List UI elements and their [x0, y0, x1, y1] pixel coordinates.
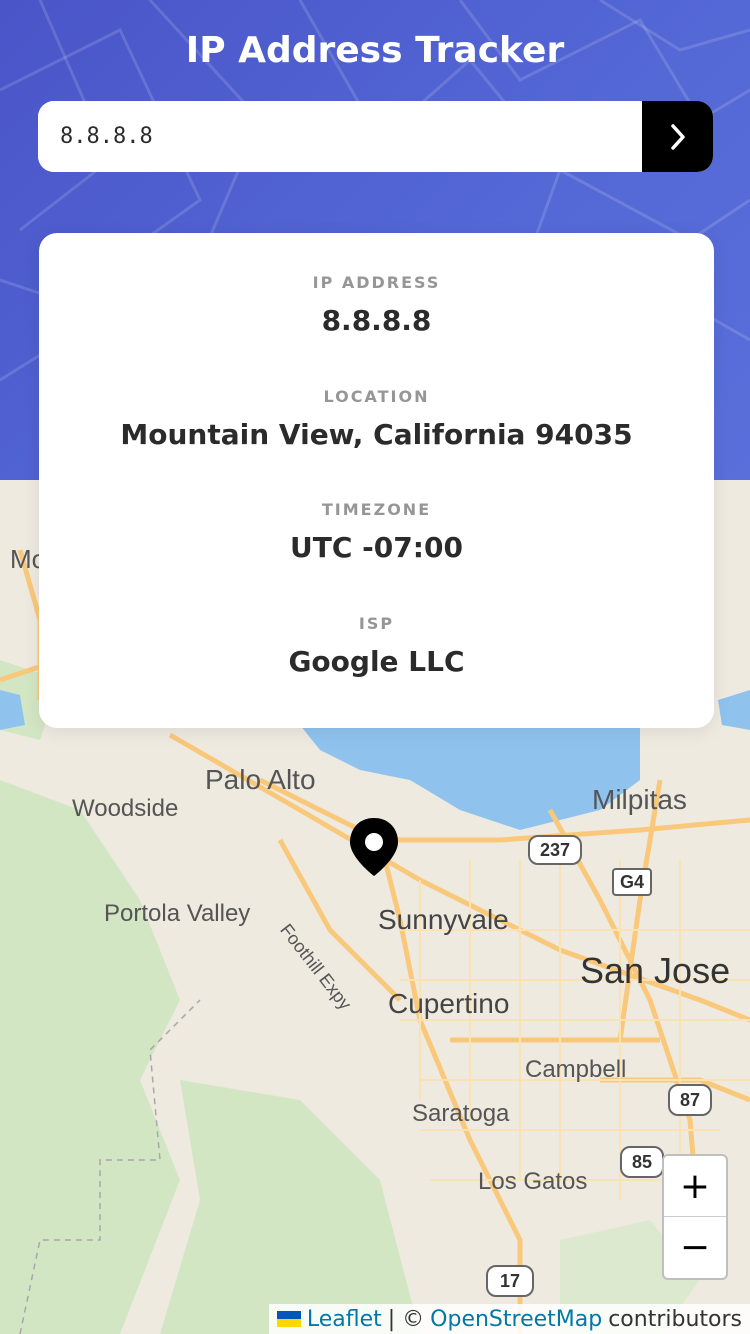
map-label-sunnyvale: Sunnyvale: [378, 904, 509, 935]
map-label-campbell: Campbell: [525, 1056, 627, 1083]
map-label-saratoga: Saratoga: [412, 1100, 510, 1127]
zoom-out-button[interactable]: −: [664, 1217, 726, 1277]
map-attribution: Leaflet | © OpenStreetMap contributors: [268, 1304, 750, 1334]
route-shield-85: 85: [620, 1146, 664, 1178]
route-shield-17: 17: [486, 1265, 534, 1297]
map-label-portola-valley: Portola Valley: [104, 900, 251, 927]
openstreetmap-link[interactable]: OpenStreetMap: [430, 1307, 602, 1332]
map-label-palo-alto: Palo Alto: [205, 764, 316, 795]
location-label: LOCATION: [323, 387, 430, 406]
location-section: LOCATION Mountain View, California 94035: [39, 387, 714, 451]
route-shield-87: 87: [668, 1084, 712, 1116]
ip-address-label: IP ADDRESS: [312, 273, 441, 292]
ukraine-flag-icon: [276, 1311, 301, 1327]
leaflet-link[interactable]: Leaflet: [307, 1307, 382, 1332]
zoom-controls: + −: [662, 1154, 728, 1280]
timezone-value: UTC -07:00: [290, 531, 463, 564]
isp-label: ISP: [358, 614, 395, 633]
zoom-in-button[interactable]: +: [664, 1156, 726, 1217]
ip-address-section: IP ADDRESS 8.8.8.8: [39, 273, 714, 337]
ip-address-value: 8.8.8.8: [321, 304, 432, 337]
map-label-san-jose: San Jose: [580, 950, 731, 991]
search-submit-button[interactable]: [642, 101, 713, 172]
map-label-los-gatos: Los Gatos: [478, 1168, 588, 1195]
map-label-woodside: Woodside: [72, 795, 179, 822]
map-label-cupertino: Cupertino: [388, 988, 510, 1019]
chevron-right-icon: [670, 123, 685, 150]
page-title: IP Address Tracker: [185, 30, 565, 71]
attribution-separator: | ©: [387, 1306, 425, 1332]
timezone-section: TIMEZONE UTC -07:00: [39, 500, 714, 564]
map-label-milpitas: Milpitas: [592, 784, 687, 815]
timezone-label: TIMEZONE: [321, 500, 432, 519]
isp-value: Google LLC: [288, 645, 465, 678]
attribution-contributors: contributors: [608, 1306, 742, 1332]
route-shield-237: 237: [528, 835, 582, 865]
location-value: Mountain View, California 94035: [120, 418, 633, 451]
ip-search-input[interactable]: [38, 101, 642, 172]
location-pin-icon[interactable]: [350, 818, 398, 876]
search-bar: [38, 101, 713, 172]
route-shield-g4: G4: [612, 868, 652, 896]
isp-section: ISP Google LLC: [39, 614, 714, 678]
ip-info-card: IP ADDRESS 8.8.8.8 LOCATION Mountain Vie…: [39, 233, 714, 728]
